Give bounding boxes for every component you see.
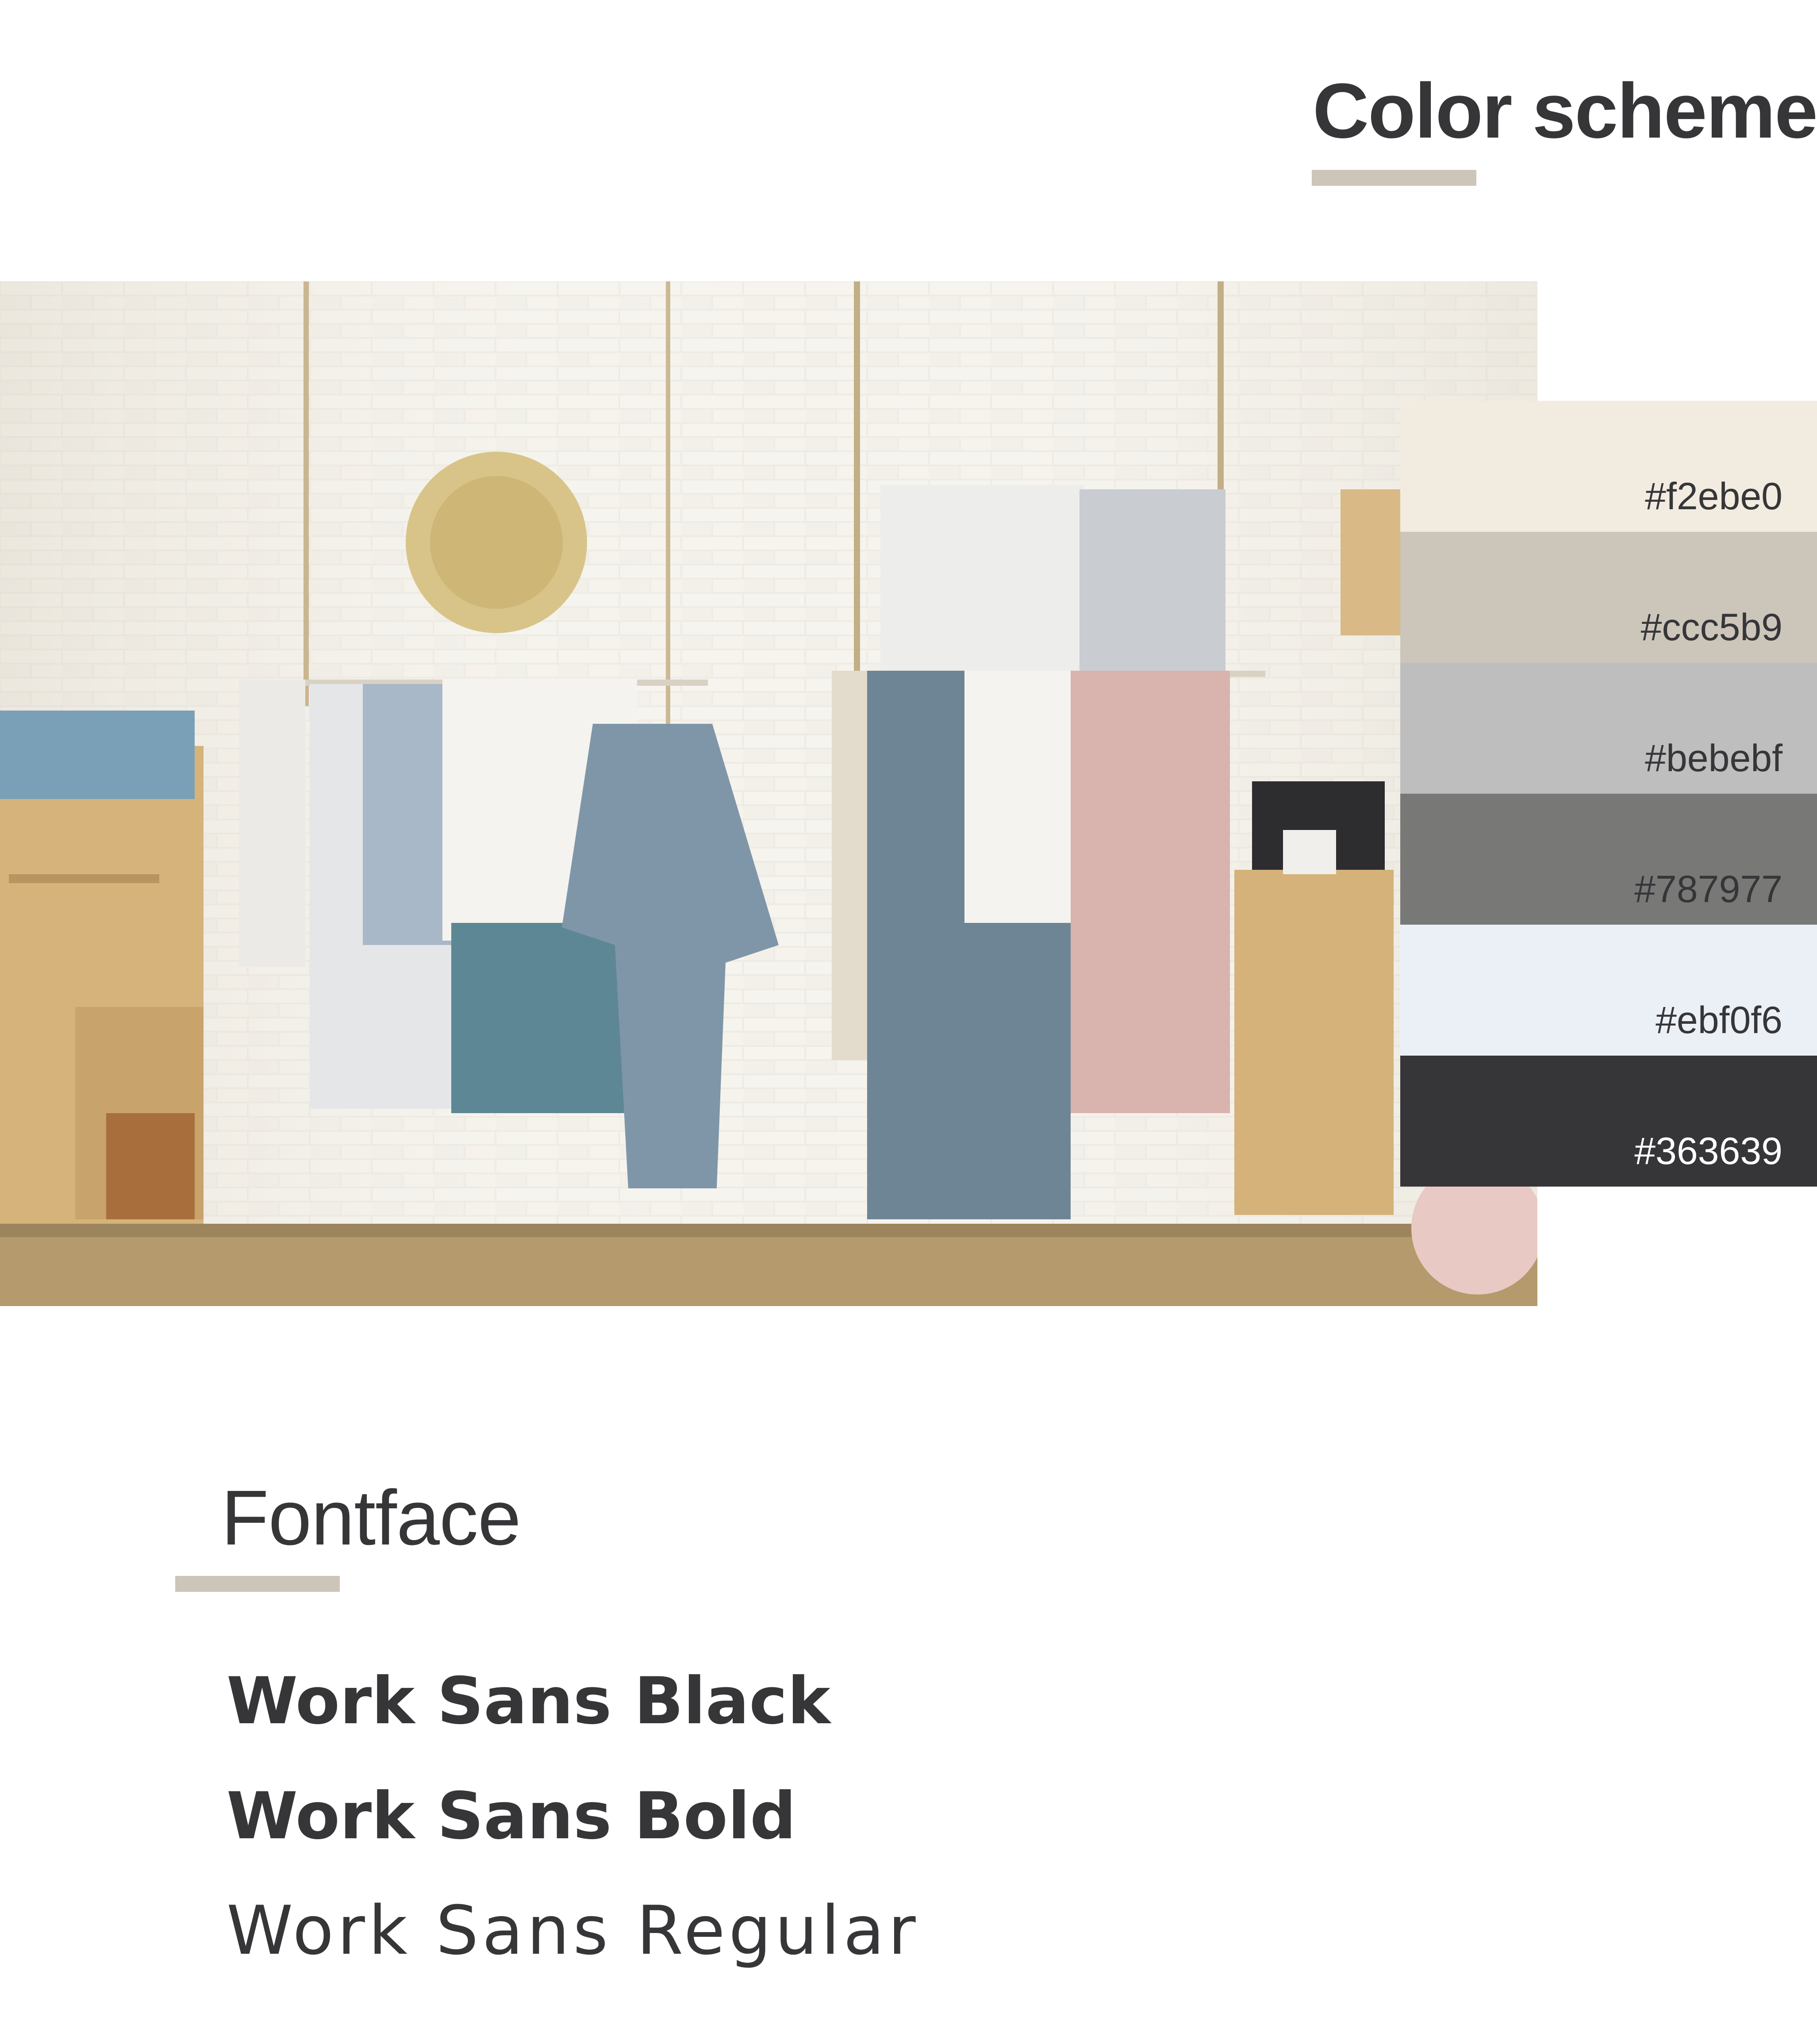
swatch-hex-label: #787977 xyxy=(1634,868,1782,911)
color-swatch: #363639 xyxy=(1400,1056,1817,1187)
color-swatch: #787977 xyxy=(1400,794,1817,925)
swatch-hex-label: #bebebf xyxy=(1645,737,1782,780)
color-swatch: #ccc5b9 xyxy=(1400,532,1817,663)
swatch-hex-label: #363639 xyxy=(1634,1130,1782,1172)
color-swatch: #bebebf xyxy=(1400,663,1817,794)
color-swatch: #ebf0f6 xyxy=(1400,925,1817,1056)
fontface-underline xyxy=(175,1576,340,1592)
color-scheme-title: Color scheme xyxy=(1313,68,1817,154)
swatch-hex-label: #ebf0f6 xyxy=(1656,999,1782,1041)
swatch-hex-label: #ccc5b9 xyxy=(1640,606,1782,649)
color-palette: #f2ebe0 #ccc5b9 #bebebf #787977 #ebf0f6 … xyxy=(1400,401,1817,1187)
shop-photo xyxy=(0,281,1537,1306)
font-sample-regular: Work Sans Regular xyxy=(227,1891,919,1970)
swatch-hex-label: #f2ebe0 xyxy=(1645,475,1782,518)
color-swatch: #f2ebe0 xyxy=(1400,401,1817,532)
font-sample-black: Work Sans Black xyxy=(227,1664,830,1739)
fontface-title: Fontface xyxy=(221,1475,521,1561)
color-scheme-underline xyxy=(1312,170,1476,186)
font-sample-bold: Work Sans Bold xyxy=(227,1779,796,1854)
